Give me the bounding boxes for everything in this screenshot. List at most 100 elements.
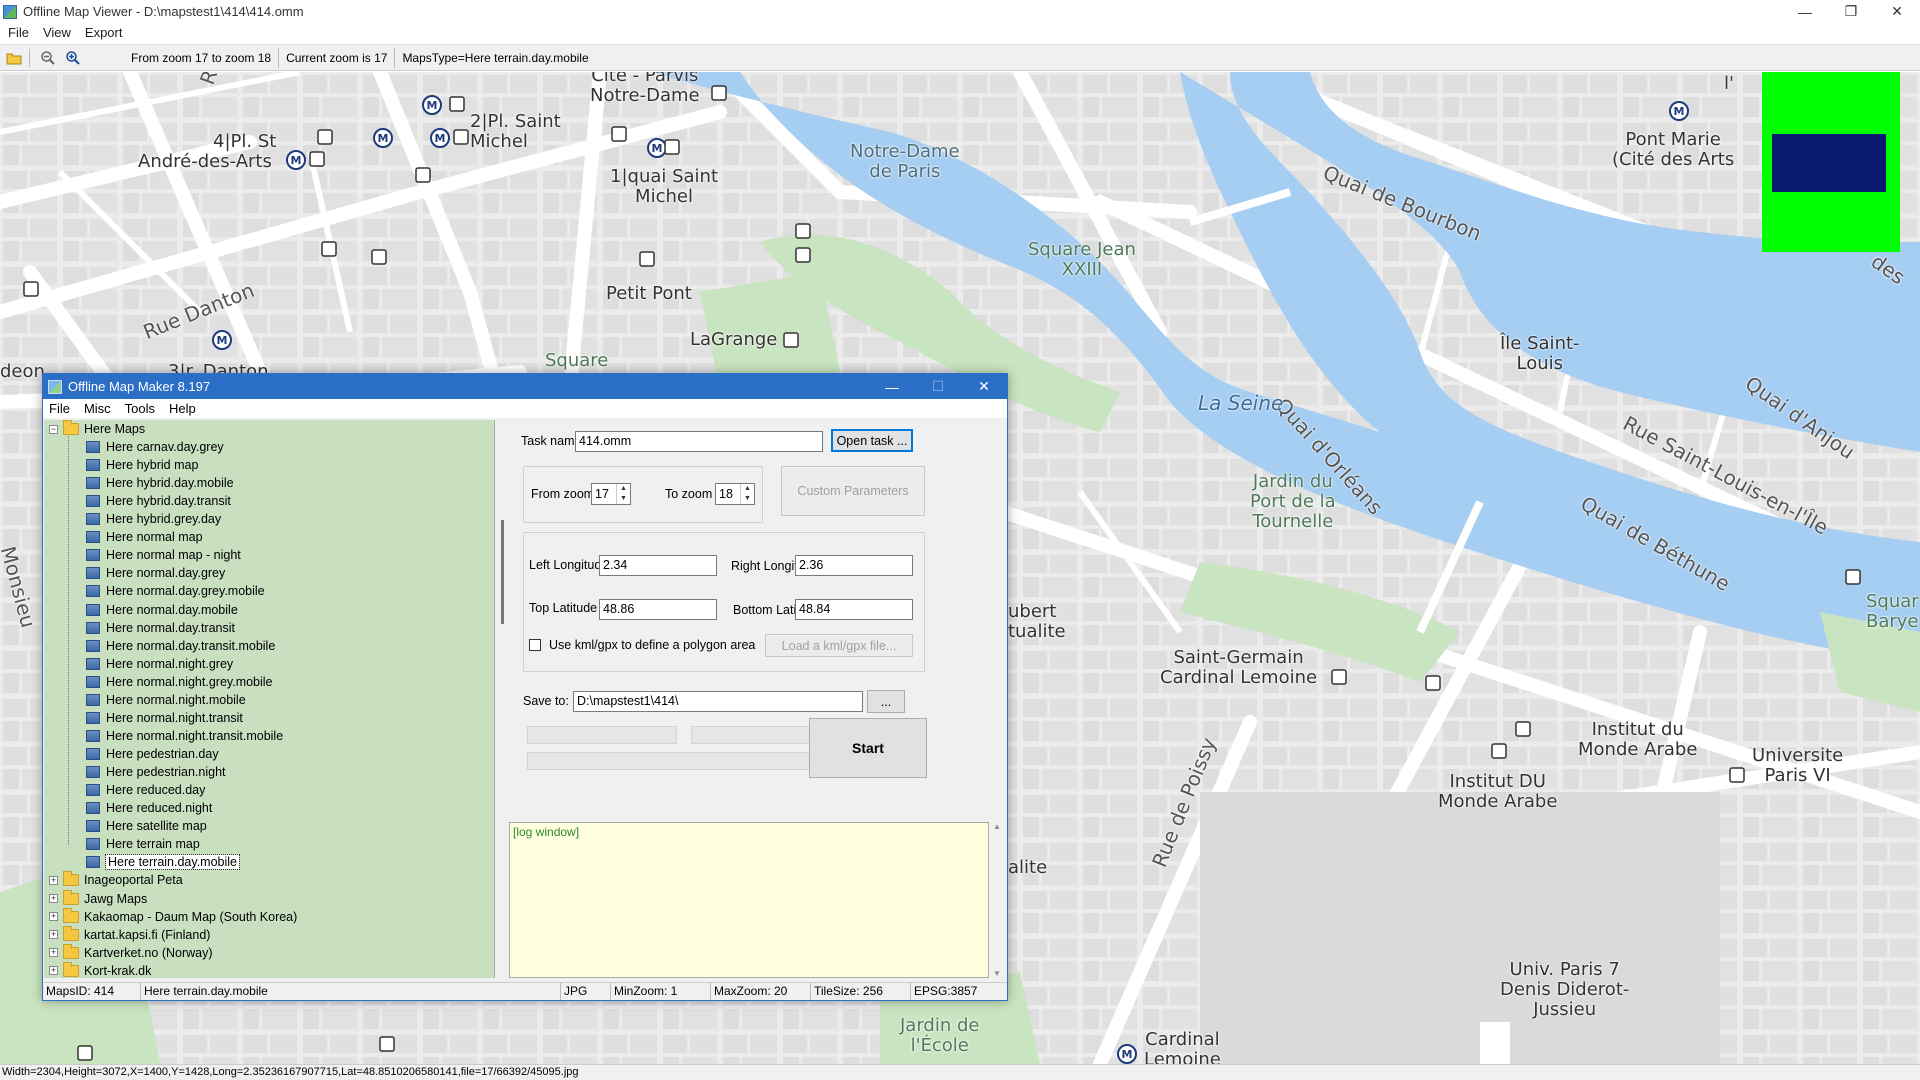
maker-titlebar[interactable]: Offline Map Maker 8.197 — ☐ ✕ [43,374,1007,399]
load-kml-button[interactable]: Load a kml/gpx file... [765,634,913,657]
zoom-in-icon[interactable] [62,47,84,69]
map-layer-icon [86,748,100,761]
map-layer-icon [86,729,100,742]
zoom-out-icon[interactable] [37,47,59,69]
tree-folder[interactable]: + kartat.kapsi.fi (Finland) [49,925,210,944]
folder-icon [63,889,79,905]
expand-icon[interactable]: + [49,894,58,903]
tree-item[interactable]: Here normal.day.grey [86,564,225,582]
tree-item[interactable]: Here satellite map [86,817,207,835]
maker-title: Offline Map Maker 8.197 [68,379,211,394]
bottom-latitude-input[interactable]: 48.84 [795,599,913,620]
close-icon[interactable]: ✕ [1874,0,1920,23]
place-label: 1|quai Saint Michel [610,166,719,208]
stepper-arrows-icon[interactable]: ▲ ▼ [616,484,630,504]
open-folder-icon[interactable] [3,47,25,69]
tree-item[interactable]: Here hybrid.day.transit [86,492,231,510]
menu-misc[interactable]: Misc [84,401,111,416]
place-label: 4|Pl. St André-des-Arts [138,131,277,173]
restore-icon[interactable]: ❐ [1828,0,1874,23]
map-layer-icon [86,441,100,453]
tile-size-status: TileSize: 256 [811,983,911,1000]
tree-folder[interactable]: + Kakaomap - Daum Map (South Korea) [49,907,297,926]
tree-item[interactable]: Here hybrid map [86,456,198,474]
minimap-viewport[interactable] [1772,134,1886,192]
tree-item[interactable]: Here pedestrian.night [86,763,226,781]
collapse-icon[interactable]: − [49,424,58,434]
tree-item[interactable]: Here terrain.day.mobile [86,853,240,871]
task-name-input[interactable]: 414.omm [575,431,823,452]
right-longitude-input[interactable]: 2.36 [795,555,913,576]
expand-icon[interactable]: + [49,966,58,976]
tree-item[interactable]: Here reduced.night [86,799,212,817]
tree-item[interactable]: Here normal.day.mobile [86,601,238,619]
expand-icon[interactable]: + [49,912,58,922]
minimize-icon[interactable]: — [869,374,915,399]
tree-item[interactable]: Here normal.day.grey.mobile [86,582,265,600]
close-icon[interactable]: ✕ [961,374,1007,399]
start-button[interactable]: Start [809,718,927,778]
expand-icon[interactable]: + [49,948,58,958]
tree-folder-here-maps[interactable]: − Here Maps [49,420,145,438]
tree-folder[interactable]: + Kort-krak.dk [49,961,151,978]
tree-item[interactable]: Here normal.day.transit [86,619,235,637]
menu-help[interactable]: Help [169,401,196,416]
left-longitude-input[interactable]: 2.34 [599,555,717,576]
place-label: LaGrange [690,329,778,350]
tree-item[interactable]: Here normal map [86,528,203,546]
from-zoom-stepper[interactable]: 17 ▲ ▼ [591,483,631,505]
minimize-icon[interactable]: — [1782,0,1828,23]
map-layer-icon [86,513,100,526]
place-label: Île Saint- Louis [1500,333,1580,375]
scroll-up-icon[interactable]: ▲ [989,822,1005,831]
tree-item[interactable]: Here carnav.day.grey [86,438,224,456]
tree-item[interactable]: Here normal.night.grey [86,655,233,673]
tree-item[interactable]: Here terrain map [86,835,200,853]
tree-item[interactable]: Here normal.night.grey.mobile [86,673,273,691]
menu-tools[interactable]: Tools [125,401,155,416]
expand-icon[interactable]: + [49,930,58,940]
log-scrollbar[interactable]: ▲ ▼ [989,822,1005,978]
tree-item[interactable]: Here normal.night.transit.mobile [86,727,283,745]
place-label: Universite Paris VI [1752,745,1844,787]
browse-button[interactable]: ... [867,690,905,713]
place-label: Saint-Germain Cardinal Lemoine [1160,647,1318,689]
scroll-down-icon[interactable]: ▼ [989,969,1005,978]
to-zoom-label: To zoom [665,487,713,501]
map-layer-icon [86,820,100,833]
tree-item[interactable]: Here normal.night.transit [86,709,243,727]
save-to-input[interactable]: D:\mapstest1\414\ [573,691,863,712]
to-zoom-stepper[interactable]: 18 ▲ ▼ [715,483,755,505]
park-label: Square Jean XXIII [1028,239,1136,281]
maker-statusbar: MapsID: 414 Here terrain.day.mobile JPG … [43,982,1007,1000]
top-latitude-input[interactable]: 48.86 [599,599,717,620]
place-label: ubert tualite [1008,601,1066,643]
tree-item[interactable]: Here normal map - night [86,546,241,564]
tree-item[interactable]: Here hybrid.grey.day [86,510,221,528]
tree-scrollbar[interactable] [499,420,507,978]
map-maker-window[interactable]: Offline Map Maker 8.197 — ☐ ✕ File Misc … [42,373,1008,1001]
maps-tree[interactable]: − Here Maps Here carnav.day.grey Here hyb… [44,420,495,978]
custom-parameters-button[interactable]: Custom Parameters [781,466,925,516]
menu-export[interactable]: Export [85,25,123,40]
menu-view[interactable]: View [43,25,71,40]
tree-folder[interactable]: + Inageoportal Peta [49,871,183,889]
menu-file[interactable]: File [49,401,70,416]
viewer-titlebar: Offline Map Viewer - D:\mapstest1\414\41… [0,0,1920,23]
log-window[interactable]: [log window] [509,822,989,978]
expand-icon[interactable]: + [49,875,58,885]
open-task-button[interactable]: Open task ... [831,429,913,452]
tree-item[interactable]: Here reduced.day [86,781,205,799]
tree-item[interactable]: Here normal.day.transit.mobile [86,637,275,655]
stepper-arrows-icon[interactable]: ▲ ▼ [740,484,754,504]
tree-folder[interactable]: + Jawg Maps [49,889,147,908]
tree-item[interactable]: Here normal.night.mobile [86,691,246,709]
tree-folder[interactable]: + Kartverket.no (Norway) [49,943,213,962]
tree-item[interactable]: Here hybrid.day.mobile [86,474,234,492]
menu-file[interactable]: File [8,25,29,40]
use-kml-checkbox[interactable] [529,639,541,651]
place-label: Pont Marie (Cité des Arts [1612,129,1735,171]
minimap[interactable] [1762,72,1900,252]
tree-item[interactable]: Here pedestrian.day [86,745,219,763]
scrollbar-thumb[interactable] [501,520,504,624]
